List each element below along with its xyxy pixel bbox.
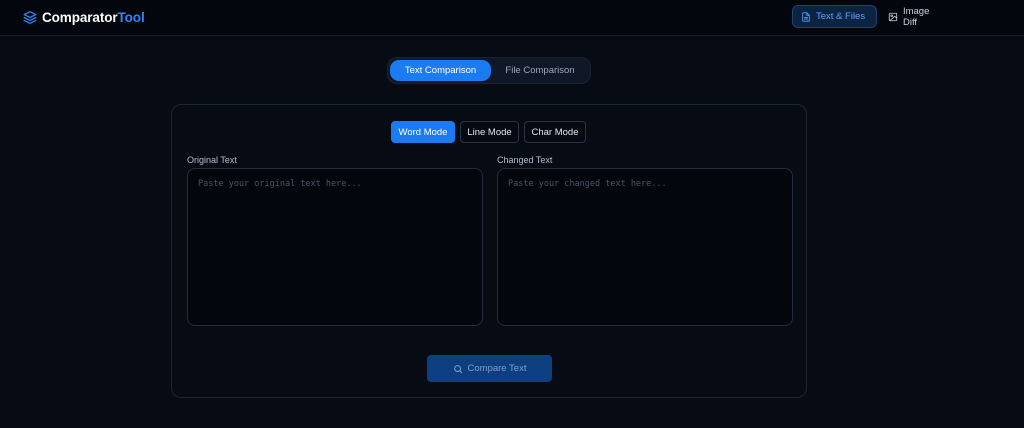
original-text-label: Original Text xyxy=(187,155,237,165)
char-mode-button[interactable]: Char Mode xyxy=(524,121,586,143)
text-comparison-card: Word Mode Line Mode Char Mode Original T… xyxy=(171,104,807,398)
nav-image-diff-label: Image Diff xyxy=(902,5,930,28)
original-text-input[interactable] xyxy=(187,168,483,326)
compare-text-button[interactable]: Compare Text xyxy=(427,355,552,382)
nav-text-files-label: Text & Files xyxy=(816,11,866,22)
line-mode-button[interactable]: Line Mode xyxy=(460,121,519,143)
layers-icon xyxy=(23,10,37,24)
changed-text-label: Changed Text xyxy=(497,155,553,165)
nav-image-diff-button[interactable]: Image Diff xyxy=(880,5,955,28)
nav-text-files-button[interactable]: Text & Files xyxy=(792,5,877,28)
brand-logo[interactable]: Comparator Tool xyxy=(23,8,145,26)
brand-name-accent: Tool xyxy=(117,9,145,25)
word-mode-button[interactable]: Word Mode xyxy=(391,121,455,143)
changed-text-input[interactable] xyxy=(497,168,793,326)
tab-text-comparison[interactable]: Text Comparison xyxy=(390,60,491,81)
brand-name: Comparator xyxy=(42,9,118,25)
compare-text-label: Compare Text xyxy=(467,363,527,374)
top-bar: Comparator Tool Text & Files Image Diff xyxy=(0,0,1024,36)
image-icon xyxy=(888,12,898,21)
search-icon xyxy=(453,364,462,373)
document-icon xyxy=(802,11,810,22)
comparison-type-toggle: Text Comparison File Comparison xyxy=(387,57,591,84)
tab-file-comparison[interactable]: File Comparison xyxy=(492,60,588,81)
